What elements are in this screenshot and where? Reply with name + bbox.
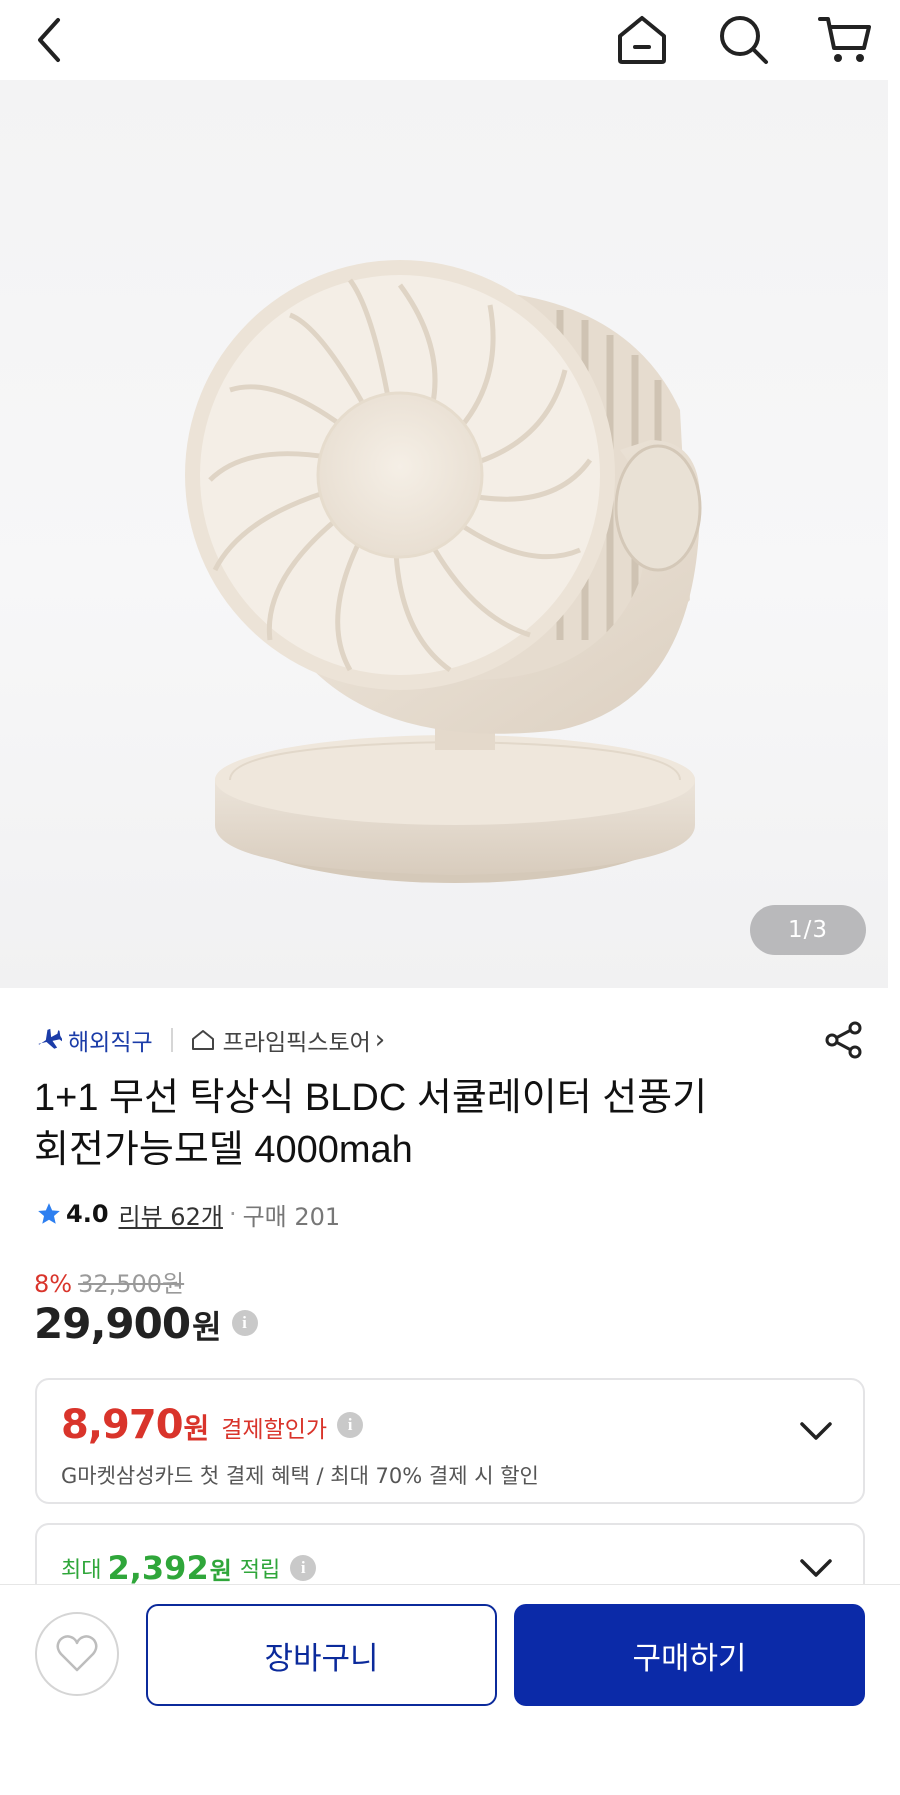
discount-row: 8% 32,500원	[34, 1264, 184, 1299]
share-button[interactable]	[822, 1018, 866, 1062]
points-amount: 2,392	[107, 1549, 209, 1587]
divider	[170, 1028, 173, 1052]
home-icon	[618, 16, 666, 64]
points-line: 최대 2,392 원 적립 i	[61, 1549, 317, 1587]
currency-unit: 원	[192, 1308, 222, 1346]
card-discount-label: 결제할인가	[221, 1417, 328, 1443]
card-discount-description: G마켓삼성카드 첫 결제 혜택 / 최대 70% 결제 시 할인	[61, 1464, 539, 1488]
back-button[interactable]	[20, 10, 80, 70]
desk-fan-image	[185, 260, 702, 883]
cart-button[interactable]	[815, 10, 875, 70]
card-discount-info-icon[interactable]: i	[337, 1412, 364, 1438]
rating-score: 4.0	[66, 1200, 109, 1228]
separator: ·	[228, 1200, 237, 1228]
card-discount-currency: 원	[183, 1412, 210, 1445]
rating-row: 4.0 리뷰 62개 · 구매 201	[36, 1194, 340, 1234]
sale-price: 29,900	[34, 1298, 191, 1348]
store-name: 프라임픽스토어	[222, 1030, 371, 1056]
badge-label: 해외직구	[68, 1030, 153, 1056]
points-label: 적립	[239, 1558, 281, 1583]
card-discount-benefit[interactable]: 8,970 원 결제할인가 i G마켓삼성카드 첫 결제 혜택 / 최대 70%…	[35, 1378, 865, 1504]
points-currency: 원	[209, 1556, 232, 1585]
store-home-icon	[191, 1030, 214, 1050]
title-line-1: 1+1 무선 탁상식 BLDC 서큘레이터 선풍기	[34, 1077, 708, 1119]
wishlist-button[interactable]	[35, 1612, 119, 1696]
bottom-action-bar: 장바구니 구매하기	[0, 1584, 900, 1795]
buy-now-button[interactable]: 구매하기	[514, 1604, 865, 1706]
price-info-icon[interactable]: i	[231, 1310, 258, 1336]
review-count-link[interactable]: 리뷰 62개	[119, 1197, 223, 1232]
overseas-direct-badge: 해외직구	[36, 1023, 153, 1057]
home-button[interactable]	[612, 10, 672, 70]
chevron-right-icon: ›	[374, 1025, 386, 1055]
title-line-2: 회전가능모델 4000mah	[34, 1129, 413, 1171]
add-to-cart-button[interactable]: 장바구니	[146, 1604, 497, 1706]
image-page-indicator: 1/3	[750, 905, 866, 955]
cart-icon	[818, 17, 871, 62]
chevron-left-icon	[38, 18, 60, 62]
share-icon	[825, 1021, 862, 1059]
heart-icon	[56, 1635, 98, 1672]
original-price: 32,500원	[78, 1270, 185, 1298]
product-image-gallery[interactable]: 1/3	[0, 80, 888, 988]
chevron-down-icon	[800, 1422, 832, 1440]
store-link[interactable]: 프라임픽스토어 ›	[191, 1023, 386, 1057]
top-navigation-bar	[0, 0, 900, 80]
chevron-down-icon	[800, 1559, 832, 1577]
price-row: 29,900 원 i	[34, 1298, 258, 1348]
purchase-count: 구매 201	[242, 1202, 341, 1231]
card-discount-amount: 8,970	[61, 1402, 184, 1448]
points-info-icon[interactable]: i	[290, 1555, 317, 1581]
search-button[interactable]	[714, 10, 774, 70]
airplane-icon	[38, 1028, 62, 1049]
discount-rate: 8%	[34, 1270, 73, 1298]
points-prefix: 최대	[61, 1558, 102, 1583]
search-icon	[720, 16, 768, 64]
star-icon	[38, 1203, 60, 1224]
card-discount-line: 8,970 원 결제할인가 i	[61, 1402, 364, 1448]
product-title: 1+1 무선 탁상식 BLDC 서큘레이터 선풍기 회전가능모델 4000mah	[34, 1072, 864, 1176]
seller-row: 해외직구 프라임픽스토어 ›	[36, 1018, 866, 1062]
